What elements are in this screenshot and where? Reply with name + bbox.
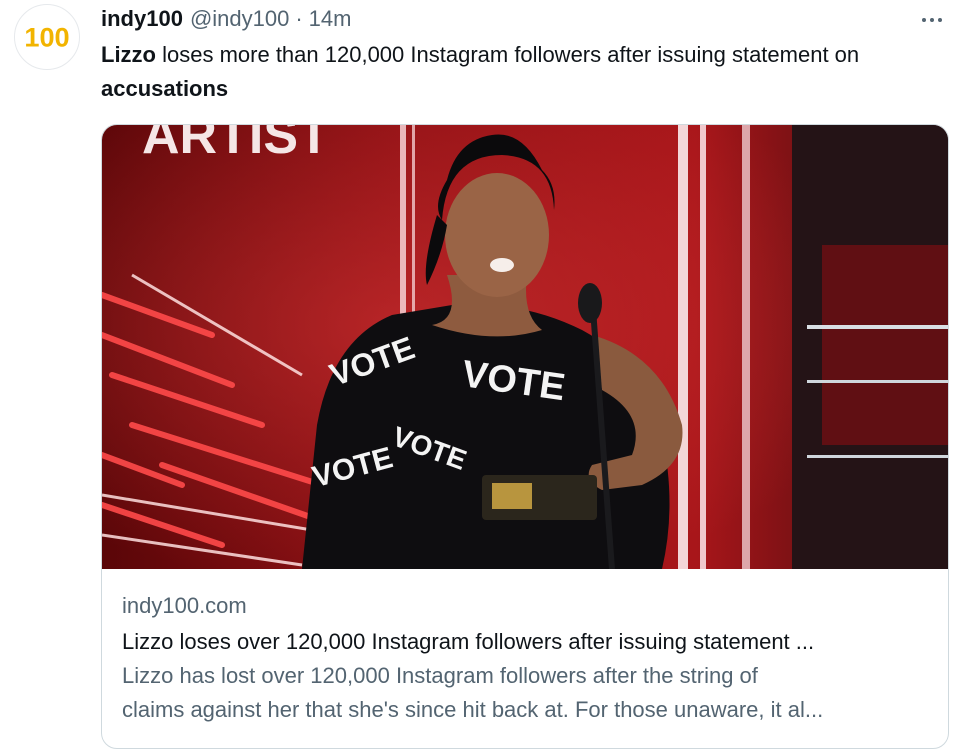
- tweet-text-accusations: accusations: [101, 76, 229, 101]
- card-description-line-2: claims against her that she's since hit …: [122, 697, 824, 722]
- svg-text:100: 100: [24, 22, 69, 53]
- tweet-header: indy100 @indy100 · 14m: [101, 5, 351, 33]
- performer-photo: ARTIST VOTE VOTE VOTE VOTE: [102, 125, 948, 569]
- user-handle[interactable]: @indy100: [190, 6, 289, 32]
- tweet-text-middle: loses more than 120,000 Instagram follow…: [156, 42, 860, 67]
- tweet[interactable]: 100 indy100 @indy100 · 14m Lizzo loses m…: [0, 0, 965, 752]
- card-meta: indy100.com Lizzo loses over 120,000 Ins…: [122, 591, 932, 727]
- card-title: Lizzo loses over 120,000 Instagram follo…: [122, 629, 815, 654]
- indy100-logo: 100: [24, 22, 69, 53]
- svg-text:ARTIST: ARTIST: [142, 125, 330, 165]
- timestamp[interactable]: 14m: [309, 6, 352, 32]
- more-icon[interactable]: [917, 8, 947, 32]
- card-description-line-1: Lizzo has lost over 120,000 Instagram fo…: [122, 663, 758, 688]
- tweet-text: Lizzo loses more than 120,000 Instagram …: [101, 38, 956, 106]
- separator-dot: ·: [295, 6, 303, 31]
- card-domain: indy100.com: [122, 593, 247, 618]
- tweet-text-lizzo: Lizzo: [101, 42, 156, 67]
- link-card[interactable]: ARTIST VOTE VOTE VOTE VOTE indy100.com L…: [101, 124, 949, 749]
- display-name[interactable]: indy100: [101, 6, 183, 32]
- avatar[interactable]: 100: [14, 4, 80, 70]
- card-image[interactable]: ARTIST VOTE VOTE VOTE VOTE: [102, 125, 948, 569]
